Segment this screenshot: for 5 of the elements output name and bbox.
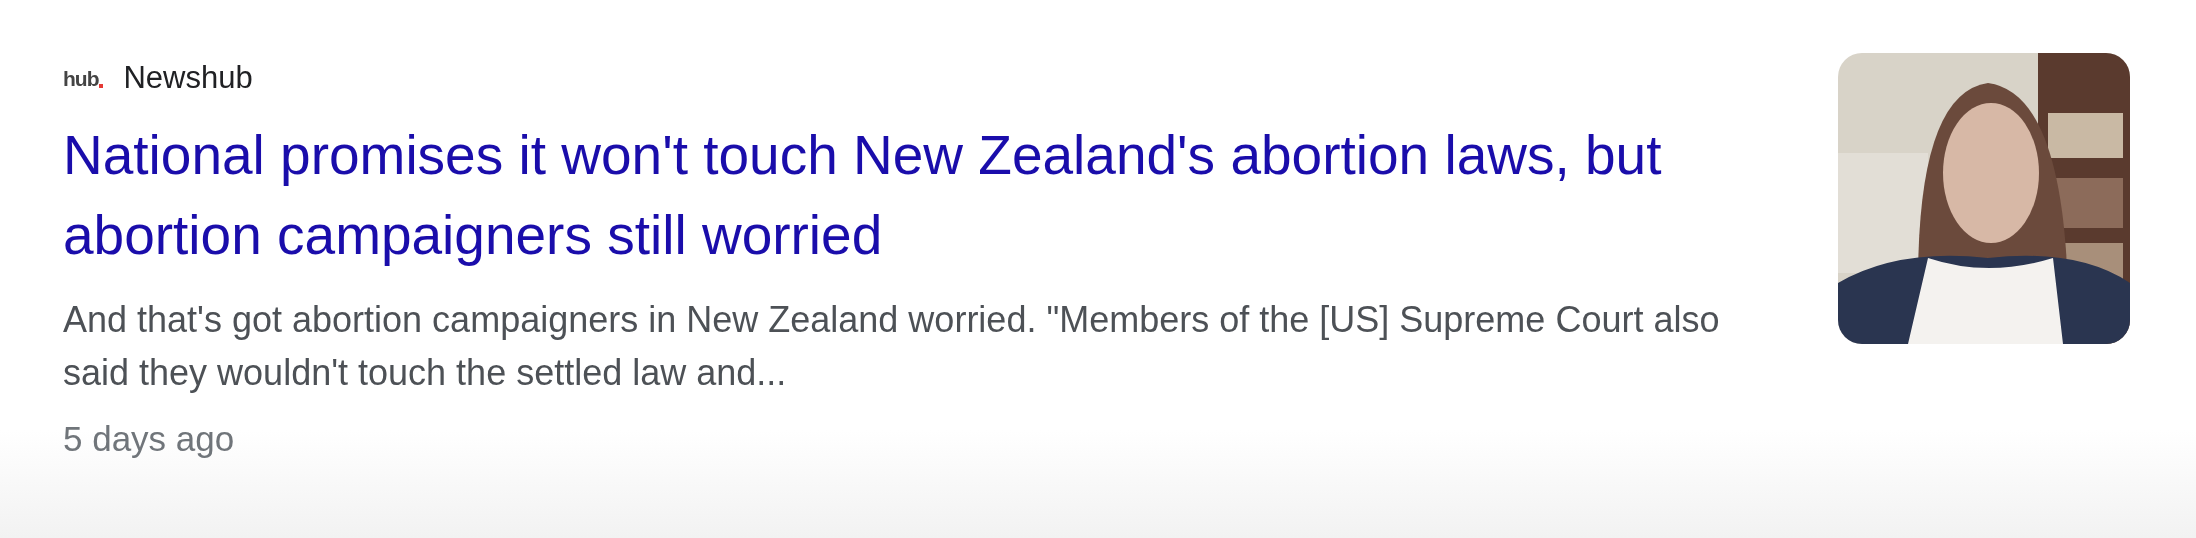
date-text: 5 days ago [63,418,236,460]
headline-link[interactable]: National promises it won't touch New Zealand's abortion laws, but abortion campaigners still worried [63,115,1743,275]
source-name[interactable]: Newshub [123,54,253,102]
snippet-text: And that's got abortion campaigners in New Zealand worried. "Members of the [US] Supreme Court also said they wouldn't touch the settled law and... [63,298,1721,395]
site-logo: hub [63,67,104,89]
